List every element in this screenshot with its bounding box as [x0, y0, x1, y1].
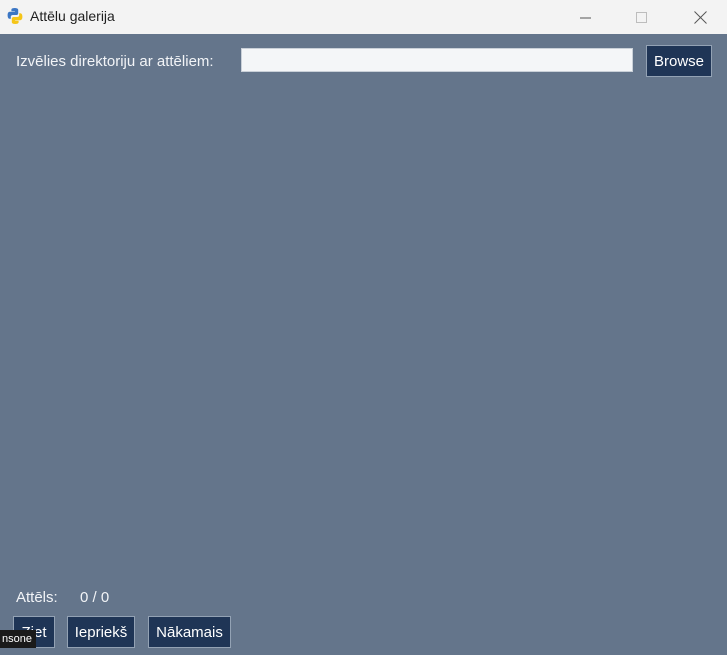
image-display-area — [0, 84, 727, 574]
directory-input[interactable] — [241, 48, 633, 72]
python-logo-icon — [6, 7, 24, 25]
maximize-button[interactable] — [618, 0, 664, 34]
image-counter-label: Attēls: — [16, 589, 58, 606]
tooltip: nsone — [0, 630, 36, 648]
close-icon — [693, 10, 707, 24]
previous-button[interactable]: Iepriekš — [67, 616, 135, 648]
browse-button[interactable]: Browse — [646, 45, 712, 77]
main-panel: Izvēlies direktoriju ar attēliem: Browse… — [0, 34, 727, 655]
minimize-icon — [579, 12, 591, 23]
directory-label: Izvēlies direktoriju ar attēliem: — [16, 53, 214, 70]
minimize-button[interactable] — [562, 0, 608, 34]
close-button[interactable] — [677, 0, 723, 34]
next-button[interactable]: Nākamais — [148, 616, 231, 648]
maximize-icon — [635, 11, 647, 23]
image-counter-value: 0 / 0 — [80, 589, 110, 606]
window-title: Attēlu galerija — [30, 8, 115, 24]
window-titlebar: Attēlu galerija — [0, 0, 727, 34]
